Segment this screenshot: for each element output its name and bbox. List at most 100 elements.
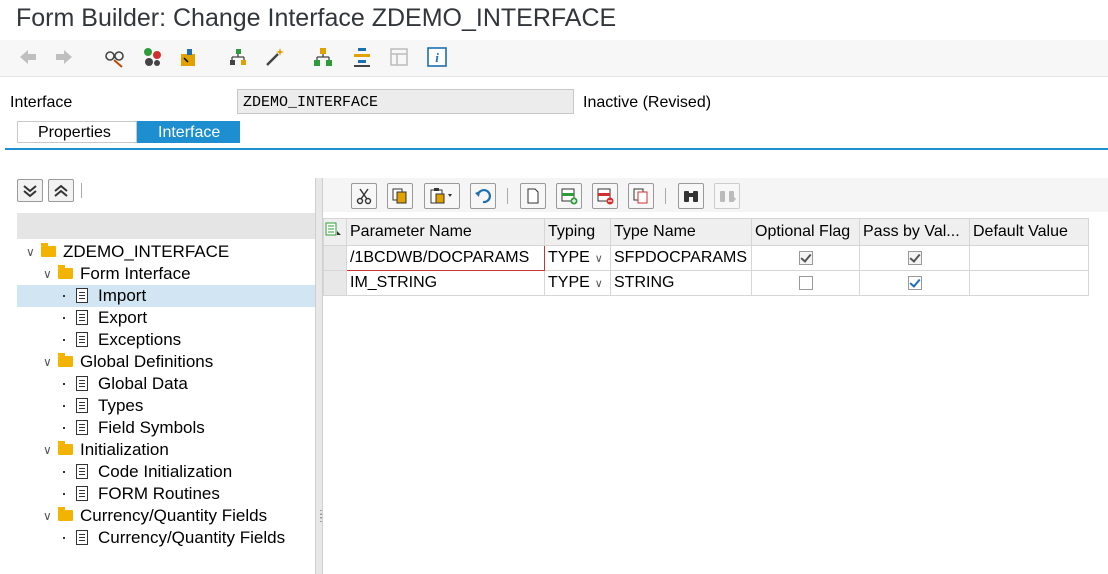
- tree-node-import[interactable]: Import: [17, 285, 315, 307]
- type-name-cell[interactable]: STRING: [610, 270, 752, 296]
- tree-node-exceptions[interactable]: Exceptions: [17, 329, 315, 351]
- tree-node-types[interactable]: Types: [17, 395, 315, 417]
- default-value-cell[interactable]: [969, 270, 1089, 296]
- tab-underline: [5, 148, 1108, 150]
- document-icon: [76, 288, 88, 303]
- parameter-name-cell[interactable]: /1BCDWB/DOCPARAMS: [346, 245, 545, 271]
- window-title: Form Builder: Change Interface ZDEMO_INT…: [16, 4, 617, 32]
- delete-row-icon[interactable]: [592, 183, 618, 209]
- status-text: Inactive (Revised): [583, 94, 712, 111]
- layout-disabled-icon[interactable]: [387, 45, 411, 69]
- document-icon: [76, 530, 88, 545]
- copy-icon[interactable]: [387, 183, 413, 209]
- activate-icon[interactable]: [140, 45, 164, 69]
- find-next-icon[interactable]: [714, 183, 740, 209]
- pass-by-value-checkbox[interactable]: [907, 275, 922, 290]
- paste-icon[interactable]: [424, 183, 460, 209]
- chevron-down-icon[interactable]: ∨: [43, 505, 52, 527]
- folder-icon: [58, 265, 73, 279]
- column-header-pass-by-value[interactable]: Pass by Val...: [859, 218, 970, 246]
- main-toolbar: i: [0, 40, 1108, 77]
- folder-icon: [58, 353, 73, 367]
- hierarchy-icon[interactable]: [311, 45, 335, 69]
- tree-header: [17, 213, 315, 239]
- layout-icon[interactable]: [350, 45, 374, 69]
- tree-node-currency-quantity-folder[interactable]: ∨ Currency/Quantity Fields: [17, 505, 315, 527]
- magic-wand-icon[interactable]: [263, 45, 287, 69]
- typing-cell[interactable]: TYPE ∨: [544, 270, 611, 296]
- table-row: IM_STRING TYPE ∨ STRING: [323, 270, 1089, 296]
- chevron-down-icon[interactable]: ∨: [43, 351, 52, 373]
- pass-by-value-cell: [859, 245, 970, 271]
- insert-row-icon[interactable]: [556, 183, 582, 209]
- row-selector[interactable]: [323, 270, 347, 296]
- column-header-parameter-name[interactable]: Parameter Name: [346, 218, 545, 246]
- duplicate-row-icon[interactable]: [628, 183, 654, 209]
- type-name-cell[interactable]: SFPDOCPARAMS: [610, 245, 752, 271]
- tree-node-form-routines[interactable]: FORM Routines: [17, 483, 315, 505]
- check-icon[interactable]: [177, 45, 201, 69]
- document-icon: [76, 376, 88, 391]
- collapse-all-button[interactable]: [48, 179, 74, 202]
- tab-strip: Properties Interface: [17, 121, 240, 143]
- pass-by-value-cell: [859, 270, 970, 296]
- tree-node-form-interface[interactable]: ∨ Form Interface: [17, 263, 315, 285]
- chevron-down-icon[interactable]: ∨: [595, 253, 603, 265]
- document-icon: [76, 332, 88, 347]
- where-used-icon[interactable]: [226, 45, 250, 69]
- chevron-down-icon[interactable]: ∨: [43, 439, 52, 461]
- tree-node-initialization[interactable]: ∨ Initialization: [17, 439, 315, 461]
- tree-node-field-symbols[interactable]: Field Symbols: [17, 417, 315, 439]
- column-header-typing[interactable]: Typing: [544, 218, 611, 246]
- typing-cell[interactable]: TYPE ∨: [544, 245, 611, 271]
- find-icon[interactable]: [678, 183, 704, 209]
- forward-arrow-icon[interactable]: [52, 45, 76, 69]
- column-header-type-name[interactable]: Type Name: [610, 218, 752, 246]
- parameters-table: Parameter Name Typing Type Name Optional…: [323, 218, 1089, 296]
- tree-node-root[interactable]: ∨ ZDEMO_INTERFACE: [17, 241, 315, 263]
- row-selector[interactable]: [323, 245, 347, 271]
- optional-flag-cell: [751, 245, 860, 271]
- chevron-down-icon[interactable]: ∨: [26, 241, 35, 263]
- interface-label: Interface: [10, 94, 73, 111]
- tab-interface[interactable]: Interface: [137, 121, 240, 143]
- tree-node-global-definitions[interactable]: ∨ Global Definitions: [17, 351, 315, 373]
- undo-icon[interactable]: [470, 183, 496, 209]
- expand-all-button[interactable]: [17, 179, 43, 202]
- cut-icon[interactable]: [351, 183, 377, 209]
- folder-icon: [58, 441, 73, 455]
- column-header-optional-flag[interactable]: Optional Flag: [751, 218, 860, 246]
- chevron-down-icon[interactable]: ∨: [43, 263, 52, 285]
- tree-node-currency-quantity-fields[interactable]: Currency/Quantity Fields: [17, 527, 315, 549]
- optional-flag-checkbox[interactable]: [798, 275, 813, 290]
- document-icon: [76, 398, 88, 413]
- new-row-icon[interactable]: [520, 183, 546, 209]
- splitter-grip-icon[interactable]: ⋮ ⋮: [316, 510, 326, 524]
- folder-icon: [41, 243, 56, 257]
- back-arrow-icon[interactable]: [16, 45, 40, 69]
- optional-flag-cell: [751, 270, 860, 296]
- document-icon: [76, 310, 88, 325]
- tree-node-export[interactable]: Export: [17, 307, 315, 329]
- column-header-default-value[interactable]: Default Value: [969, 218, 1089, 246]
- table-header-row: Parameter Name Typing Type Name Optional…: [323, 218, 1089, 246]
- toolbar-separator: [81, 183, 82, 198]
- tree-node-code-initialization[interactable]: Code Initialization: [17, 461, 315, 483]
- info-icon[interactable]: i: [425, 45, 449, 69]
- optional-flag-checkbox[interactable]: [798, 250, 813, 265]
- table-row: /1BCDWB/DOCPARAMS TYPE ∨ SFPDOCPARAMS: [323, 245, 1089, 271]
- tree-node-global-data[interactable]: Global Data: [17, 373, 315, 395]
- tab-properties[interactable]: Properties: [17, 121, 137, 143]
- document-icon: [76, 486, 88, 501]
- document-icon: [76, 420, 88, 435]
- glasses-display-change-icon[interactable]: [103, 45, 127, 69]
- default-value-cell[interactable]: [969, 245, 1089, 271]
- grid-settings-icon[interactable]: [323, 218, 347, 246]
- svg-text:i: i: [435, 50, 439, 65]
- folder-icon: [58, 507, 73, 521]
- parameter-name-cell[interactable]: IM_STRING: [346, 270, 545, 296]
- interface-field[interactable]: ZDEMO_INTERFACE: [237, 89, 574, 114]
- pass-by-value-checkbox[interactable]: [907, 250, 922, 265]
- chevron-down-icon[interactable]: ∨: [595, 278, 603, 290]
- document-icon: [76, 464, 88, 479]
